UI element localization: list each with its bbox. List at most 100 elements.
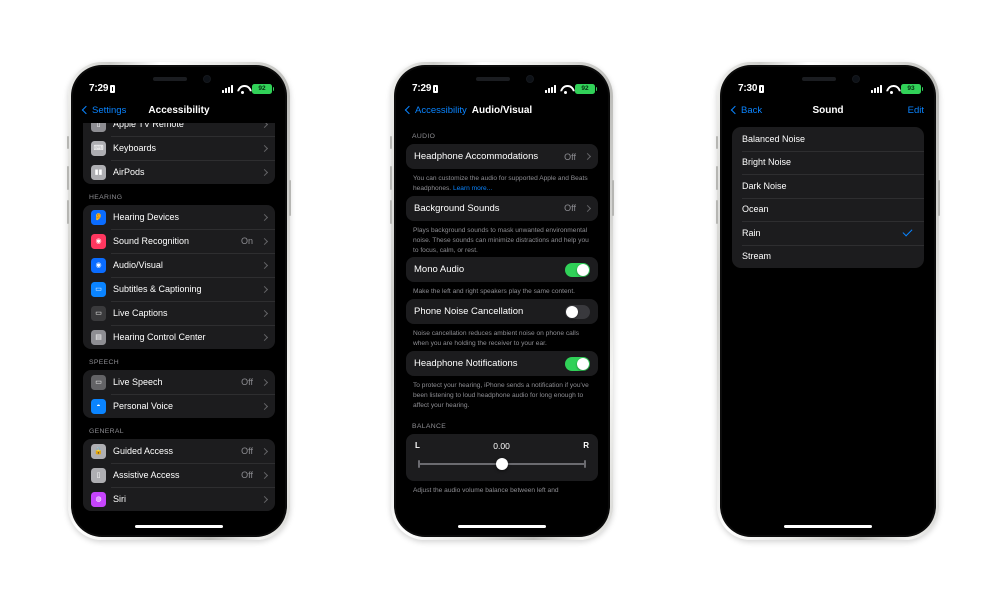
nav-bar-accessibility: Settings Accessibility — [73, 97, 285, 123]
settings-row-audio-visual[interactable]: ◉ Audio/Visual — [83, 253, 275, 277]
chevron-left-icon — [81, 105, 91, 115]
sound-option-dark-noise[interactable]: Dark Noise — [732, 174, 924, 198]
power-button[interactable] — [612, 180, 614, 216]
silent-switch[interactable] — [67, 136, 69, 149]
toggle-switch[interactable] — [565, 262, 590, 277]
settings-row-personal-voice[interactable]: ◓ Personal Voice — [83, 394, 275, 418]
settings-row-label: Personal Voice — [113, 401, 174, 411]
volume-up-button[interactable] — [67, 166, 69, 190]
back-button[interactable]: Back — [730, 105, 762, 116]
volume-up-button[interactable] — [390, 166, 392, 190]
scroll-content-accessibility[interactable]: ▯ Apple TV Remote ⌨ Keyboards ▮▮ AirPods HEARI… — [73, 123, 285, 535]
silent-switch[interactable] — [716, 136, 718, 149]
sound-option-bright-noise[interactable]: Bright Noise — [732, 150, 924, 175]
section-header-general: GENERAL — [89, 428, 124, 435]
settings-row-background-sounds[interactable]: Background Sounds Off — [406, 196, 598, 221]
screenshot-stage: 7:29 92 Settings Accessibility ▯ Apple T… — [0, 0, 1000, 600]
slider-knob[interactable] — [496, 457, 508, 470]
toggle-knob — [577, 357, 589, 370]
status-time-group: 7:30 — [738, 83, 765, 94]
guided-access-icon: 🔒 — [91, 443, 106, 459]
sound-option-label: Dark Noise — [742, 180, 787, 191]
scroll-content-sound[interactable]: Balanced Noise Bright Noise Dark Noise Ocea… — [722, 123, 934, 535]
power-button[interactable] — [289, 180, 291, 216]
screen-audio-visual: 7:29 92 Accessibility Audio/Visual AUDIO… — [396, 67, 608, 535]
front-camera-icon — [203, 75, 211, 83]
chevron-left-icon — [730, 105, 740, 115]
live-captions-icon: ▭ — [91, 305, 106, 321]
personal-voice-icon: ◓ — [91, 398, 106, 414]
back-button-settings[interactable]: Settings — [81, 105, 126, 116]
airpods-icon: ▮▮ — [91, 164, 106, 180]
screen-sound: 7:30 93 Back Sound Edit Balanced Noise B… — [722, 67, 934, 535]
sound-option-label: Stream — [742, 251, 772, 262]
settings-row-airpods[interactable]: ▮▮ AirPods — [83, 160, 275, 184]
settings-row-keyboards[interactable]: ⌨ Keyboards — [83, 136, 275, 160]
notch — [450, 67, 554, 91]
settings-row-apple-tv-remote[interactable]: ▯ Apple TV Remote — [83, 123, 275, 136]
live-speech-icon: ▭ — [91, 374, 106, 390]
settings-row-assistive-access[interactable]: ▯ Assistive Access Off — [83, 463, 275, 487]
settings-row-subtitles-captioning[interactable]: ▭ Subtitles & Captioning — [83, 277, 275, 301]
home-indicator[interactable] — [784, 524, 872, 528]
edit-button[interactable]: Edit — [908, 105, 924, 116]
status-time: 7:30 — [738, 83, 758, 94]
scroll-content-audio-visual[interactable]: AUDIO Headphone Accommodations Off You can … — [396, 123, 608, 535]
settings-row-label: Background Sounds — [414, 202, 500, 214]
sound-option-stream[interactable]: Stream — [732, 244, 924, 269]
toggle-knob — [577, 263, 589, 276]
settings-row-mono-audio[interactable]: Mono Audio — [406, 257, 598, 282]
settings-row-phone-noise-cancellation[interactable]: Phone Noise Cancellation — [406, 299, 598, 324]
settings-row-label: Sound Recognition — [113, 236, 190, 246]
chevron-right-icon — [260, 495, 269, 503]
settings-row-label: Assistive Access — [113, 470, 180, 480]
toggle-switch[interactable] — [565, 304, 590, 319]
section-header-speech: SPEECH — [89, 359, 120, 366]
sound-option-balanced-noise[interactable]: Balanced Noise — [732, 127, 924, 151]
volume-down-button[interactable] — [716, 200, 718, 224]
settings-row-label: Audio/Visual — [113, 260, 163, 270]
settings-group: 🔒 Guided Access Off ▯ Assistive Access Off ◍ Si… — [83, 439, 275, 511]
chevron-right-icon — [260, 471, 269, 479]
learn-more-link[interactable]: Learn more... — [453, 185, 492, 192]
volume-up-button[interactable] — [716, 166, 718, 190]
sound-option-rain[interactable]: Rain — [732, 221, 924, 245]
settings-row-hearing-control-center[interactable]: ▤ Hearing Control Center — [83, 325, 275, 349]
settings-row-headphone-notifications[interactable]: Headphone Notifications — [406, 351, 598, 376]
battery-icon: 92 — [575, 84, 597, 94]
settings-group: Mono Audio — [406, 257, 598, 283]
settings-row-sound-recognition[interactable]: ◉ Sound Recognition On — [83, 229, 275, 253]
volume-down-button[interactable] — [390, 200, 392, 224]
status-time: 7:29 — [89, 83, 109, 94]
home-indicator[interactable] — [135, 524, 223, 528]
balance-left-label: L — [415, 441, 420, 451]
settings-row-live-speech[interactable]: ▭ Live Speech Off — [83, 370, 275, 394]
sound-option-ocean[interactable]: Ocean — [732, 197, 924, 222]
chevron-right-icon — [260, 285, 269, 293]
settings-row-label: Mono Audio — [414, 264, 465, 276]
settings-row-hearing-devices[interactable]: 👂 Hearing Devices — [83, 205, 275, 229]
wifi-icon — [237, 85, 248, 94]
chevron-right-icon — [260, 378, 269, 386]
settings-row-headphone-accommodations[interactable]: Headphone Accommodations Off — [406, 144, 598, 169]
home-indicator[interactable] — [458, 524, 546, 528]
back-button-accessibility[interactable]: Accessibility — [404, 105, 467, 116]
settings-row-label: Subtitles & Captioning — [113, 284, 202, 294]
settings-row-guided-access[interactable]: 🔒 Guided Access Off — [83, 439, 275, 463]
hearing-control-center-icon: ▤ — [91, 329, 106, 345]
power-button[interactable] — [938, 180, 940, 216]
front-camera-icon — [852, 75, 860, 83]
settings-row-label: AirPods — [113, 167, 145, 177]
settings-row-siri[interactable]: ◍ Siri — [83, 487, 275, 511]
settings-row-label: Hearing Control Center — [113, 332, 206, 342]
hearing-devices-icon: 👂 — [91, 209, 106, 225]
silent-switch[interactable] — [390, 136, 392, 149]
settings-row-label: Keyboards — [113, 143, 157, 153]
balance-footnote: Adjust the audio volume balance between … — [413, 486, 559, 494]
lock-icon — [110, 84, 116, 93]
volume-down-button[interactable] — [67, 200, 69, 224]
settings-row-live-captions[interactable]: ▭ Live Captions — [83, 301, 275, 325]
balance-slider[interactable] — [415, 457, 589, 470]
settings-row-footnote: Plays background sounds to mask unwanted… — [406, 221, 598, 258]
toggle-switch[interactable] — [565, 356, 590, 371]
